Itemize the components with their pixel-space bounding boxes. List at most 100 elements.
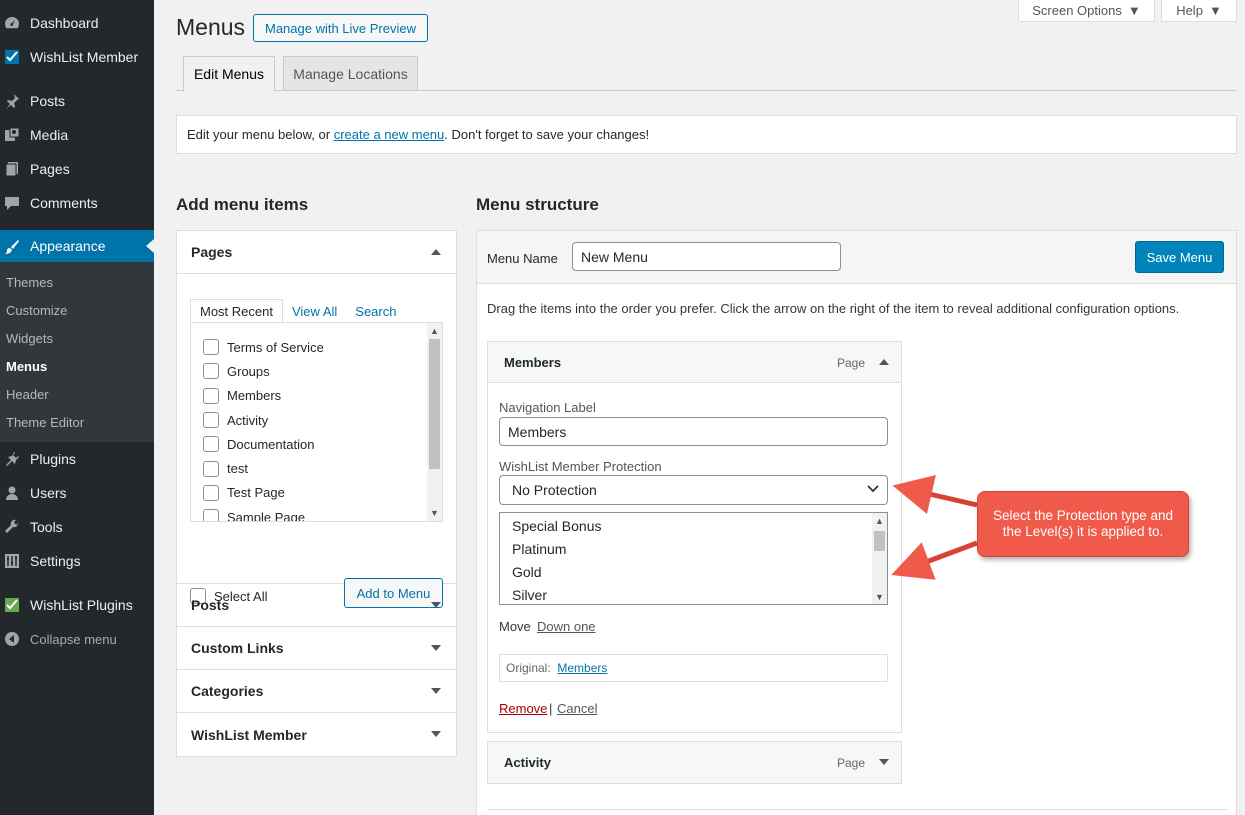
list-item[interactable]: Test Page (191, 481, 442, 505)
scroll-up-icon[interactable]: ▲ (430, 326, 439, 336)
add-menu-items-heading: Add menu items (176, 195, 309, 214)
move-down-one-link[interactable]: Down one (537, 619, 596, 634)
checkbox[interactable] (203, 436, 219, 453)
create-new-menu-link[interactable]: create a new menu (334, 127, 445, 142)
protection-select[interactable]: No Protection (499, 475, 888, 505)
comment-icon (5, 197, 19, 210)
categories-panel-header[interactable]: Categories (177, 670, 456, 713)
subtab-most-recent[interactable]: Most Recent (190, 299, 283, 323)
tab-edit-menus[interactable]: Edit Menus (183, 56, 275, 92)
page-title: Menus (176, 14, 246, 40)
sidebar-item-label: Posts (30, 93, 66, 109)
navigation-label-input[interactable]: Members (499, 417, 888, 446)
live-preview-button[interactable]: Manage with Live Preview (253, 14, 428, 42)
collapse-arrow-icon[interactable] (431, 249, 441, 255)
pages-scrollbar[interactable]: ▲ ▼ (427, 323, 442, 521)
sidebar-item-appearance[interactable]: Appearance (0, 230, 154, 262)
sidebar-item-plugins[interactable]: Plugins (0, 442, 154, 476)
scrollbar-thumb[interactable] (874, 531, 885, 551)
sidebar-item-comments[interactable]: Comments (0, 186, 154, 220)
sidebar-item-wishlist-plugins[interactable]: WishList Plugins (0, 588, 154, 622)
menu-item-header[interactable]: Activity Page (488, 742, 901, 783)
checkbox[interactable] (203, 363, 219, 380)
menu-item-activity: Activity Page (487, 741, 902, 784)
submenu-item-customize[interactable]: Customize (0, 296, 154, 324)
menu-item-type: Page (836, 756, 865, 770)
menu-item-header[interactable]: Members Page (488, 342, 901, 383)
expand-arrow-icon[interactable] (431, 688, 441, 694)
level-option[interactable]: Silver (500, 583, 887, 604)
add-menu-items-accordion: Pages Most Recent View All Search Terms … (176, 230, 457, 757)
submenu-item-header[interactable]: Header (0, 380, 154, 408)
sidebar-item-posts[interactable]: Posts (0, 84, 154, 118)
expand-arrow-icon[interactable] (431, 602, 441, 608)
level-option[interactable]: Platinum (500, 537, 887, 560)
screen-options-button[interactable]: Screen Options ▼ (1018, 0, 1155, 22)
scroll-down-icon[interactable]: ▼ (430, 508, 439, 518)
expand-arrow-icon[interactable] (431, 731, 441, 737)
level-option[interactable]: Special Bonus (500, 514, 887, 537)
subtab-view-all[interactable]: View All (283, 299, 346, 323)
checkbox[interactable] (203, 387, 219, 404)
custom-links-panel-header[interactable]: Custom Links (177, 627, 456, 670)
tab-manage-locations[interactable]: Manage Locations (283, 56, 418, 91)
page-label: Groups (227, 363, 270, 379)
sidebar-item-label: Users (30, 485, 67, 501)
list-item[interactable]: test (191, 456, 442, 480)
list-item[interactable]: Documentation (191, 432, 442, 456)
expand-arrow-icon[interactable] (879, 759, 889, 765)
checkbox[interactable] (203, 412, 219, 429)
cancel-link[interactable]: Cancel (557, 701, 597, 716)
page-label: Terms of Service (227, 339, 324, 355)
sidebar-item-users[interactable]: Users (0, 476, 154, 510)
sidebar-item-tools[interactable]: Tools (0, 510, 154, 544)
collapse-arrow-icon[interactable] (879, 359, 889, 365)
levels-listbox[interactable]: Special Bonus Platinum Gold Silver ▲ ▼ (499, 512, 888, 605)
sidebar-item-pages[interactable]: Pages (0, 152, 154, 186)
page-label: test (227, 461, 248, 477)
list-item[interactable]: Groups (191, 359, 442, 383)
list-item[interactable]: Members (191, 384, 442, 408)
collapse-menu-button[interactable]: Collapse menu (0, 622, 154, 656)
checkbox[interactable] (203, 484, 219, 501)
scrollbar-thumb[interactable] (429, 339, 440, 469)
checkbox[interactable] (203, 509, 219, 521)
wishlist-member-panel-header[interactable]: WishList Member (177, 713, 456, 756)
brush-icon (5, 240, 19, 254)
list-item[interactable]: Activity (191, 408, 442, 432)
user-icon (6, 486, 18, 500)
levels-scrollbar[interactable]: ▲ ▼ (872, 513, 887, 604)
submenu-item-theme-editor[interactable]: Theme Editor (0, 408, 154, 436)
sidebar-item-media[interactable]: Media (0, 118, 154, 152)
menu-name-input[interactable]: New Menu (572, 242, 841, 271)
remove-link[interactable]: Remove (499, 701, 547, 716)
chevron-down-icon (867, 485, 879, 493)
checkbox[interactable] (203, 460, 219, 477)
wrench-icon (5, 519, 19, 533)
sidebar-item-wishlist-member[interactable]: WishList Member (0, 40, 154, 74)
expand-arrow-icon[interactable] (431, 645, 441, 651)
list-item[interactable]: Terms of Service (191, 335, 442, 359)
list-item[interactable]: Sample Page (191, 505, 442, 521)
subtab-search[interactable]: Search (346, 299, 405, 323)
sidebar-item-dashboard[interactable]: Dashboard (0, 6, 154, 40)
sidebar-item-label: Plugins (30, 451, 76, 467)
original-label: Original: (506, 661, 551, 675)
sidebar-item-settings[interactable]: Settings (0, 544, 154, 578)
sidebar-item-label: Comments (30, 195, 98, 211)
scroll-up-icon[interactable]: ▲ (875, 516, 884, 526)
help-button[interactable]: Help ▼ (1161, 0, 1237, 22)
save-menu-button[interactable]: Save Menu (1135, 241, 1224, 273)
submenu-item-widgets[interactable]: Widgets (0, 324, 154, 352)
scroll-down-icon[interactable]: ▼ (875, 592, 884, 602)
original-page-link[interactable]: Members (557, 661, 607, 675)
checkbox[interactable] (203, 339, 219, 356)
annotation-callout: Select the Protection type and the Level… (977, 491, 1189, 557)
panel-title: Pages (191, 244, 233, 260)
posts-panel-header[interactable]: Posts (177, 584, 456, 627)
pages-panel-header[interactable]: Pages (177, 231, 456, 274)
level-option[interactable]: Gold (500, 560, 887, 583)
submenu-item-menus[interactable]: Menus (0, 352, 154, 380)
caret-down-icon: ▼ (1127, 3, 1141, 18)
submenu-item-themes[interactable]: Themes (0, 268, 154, 296)
